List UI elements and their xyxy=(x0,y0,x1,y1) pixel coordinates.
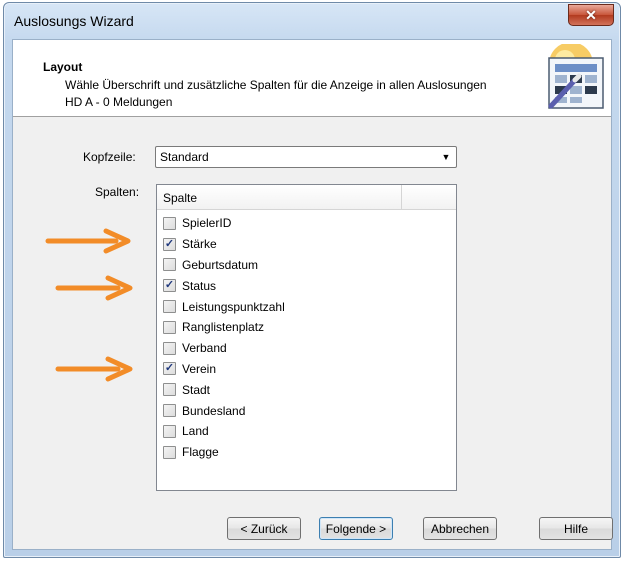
list-item[interactable]: Land xyxy=(163,421,448,442)
list-header: Spalte xyxy=(157,185,456,210)
window-title: Auslosungs Wizard xyxy=(14,13,134,29)
list-item-label: Stadt xyxy=(182,382,211,397)
list-item[interactable]: Ranglistenplatz xyxy=(163,317,448,338)
checkbox-unchecked[interactable] xyxy=(163,258,176,272)
list-item-label: Verein xyxy=(182,361,217,376)
page-description: Wähle Überschrift und zusätzliche Spalte… xyxy=(65,78,487,92)
checkbox-unchecked[interactable] xyxy=(163,341,176,355)
column-header-spalte[interactable]: Spalte xyxy=(157,185,402,209)
close-button[interactable]: ✕ xyxy=(568,4,614,26)
close-icon: ✕ xyxy=(585,6,597,23)
list-item[interactable]: Verband xyxy=(163,338,448,359)
spalten-items: SpielerID ✓ Stärke Geburtsdatum ✓ Status Leist… xyxy=(163,213,448,463)
help-button[interactable]: Hilfe xyxy=(539,517,613,540)
annotation-arrow-icon xyxy=(45,228,131,254)
list-item[interactable]: Geburtsdatum xyxy=(163,255,448,276)
list-item-label: Flagge xyxy=(182,445,219,460)
column-header-label: Spalte xyxy=(163,191,198,205)
list-item[interactable]: Bundesland xyxy=(163,400,448,421)
wizard-grid-icon xyxy=(548,44,604,109)
annotation-arrow-icon xyxy=(55,275,133,301)
back-button[interactable]: < Zurück xyxy=(227,517,301,540)
checkbox-checked[interactable]: ✓ xyxy=(163,279,176,293)
kopfzeile-selected-value: Standard xyxy=(160,150,209,164)
checkbox-unchecked[interactable] xyxy=(163,216,176,230)
list-item-label: Status xyxy=(182,278,217,293)
checkmark-icon: ✓ xyxy=(164,237,175,250)
checkbox-unchecked[interactable] xyxy=(163,300,176,314)
checkmark-icon: ✓ xyxy=(164,362,175,375)
checkbox-unchecked[interactable] xyxy=(163,404,176,418)
kopfzeile-label: Kopfzeile: xyxy=(83,150,136,164)
column-header-empty[interactable] xyxy=(403,185,456,209)
next-button[interactable]: Folgende > xyxy=(319,517,393,540)
list-item[interactable]: Flagge xyxy=(163,442,448,463)
checkbox-unchecked[interactable] xyxy=(163,424,176,438)
kopfzeile-dropdown[interactable]: Standard ▼ xyxy=(155,146,457,168)
list-item-label: Ranglistenplatz xyxy=(182,320,265,335)
list-item-label: Land xyxy=(182,424,209,439)
title-bar: Auslosungs Wizard ✕ xyxy=(4,3,620,39)
wizard-header: Layout Wähle Überschrift und zusätzliche… xyxy=(13,40,611,117)
list-item[interactable]: Stadt xyxy=(163,379,448,400)
checkbox-checked[interactable]: ✓ xyxy=(163,237,176,251)
page-subtitle: HD A - 0 Meldungen xyxy=(65,95,173,109)
list-item[interactable]: Leistungspunktzahl xyxy=(163,296,448,317)
cancel-button[interactable]: Abbrechen xyxy=(423,517,497,540)
list-item-label: Verband xyxy=(182,341,227,356)
list-item[interactable]: ✓ Status xyxy=(163,275,448,296)
list-item-label: Leistungspunktzahl xyxy=(182,299,285,314)
list-item-label: SpielerID xyxy=(182,216,232,231)
list-item-label: Bundesland xyxy=(182,403,246,418)
list-item-label: Geburtsdatum xyxy=(182,257,259,272)
list-item[interactable]: SpielerID xyxy=(163,213,448,234)
checkbox-unchecked[interactable] xyxy=(163,383,176,397)
checkbox-unchecked[interactable] xyxy=(163,445,176,459)
list-item[interactable]: ✓ Verein xyxy=(163,359,448,380)
dropdown-arrow-icon[interactable]: ▼ xyxy=(439,149,453,164)
list-item-label: Stärke xyxy=(182,237,217,252)
checkmark-icon: ✓ xyxy=(164,279,175,292)
checkbox-unchecked[interactable] xyxy=(163,320,176,334)
checkbox-checked[interactable]: ✓ xyxy=(163,362,176,376)
spalten-label: Spalten: xyxy=(95,185,140,199)
page-title: Layout xyxy=(43,60,83,74)
list-item[interactable]: ✓ Stärke xyxy=(163,234,448,255)
spalten-list[interactable]: Spalte SpielerID ✓ Stärke Geburtsdatum ✓ Stat… xyxy=(156,184,457,491)
annotation-arrow-icon xyxy=(55,356,133,382)
